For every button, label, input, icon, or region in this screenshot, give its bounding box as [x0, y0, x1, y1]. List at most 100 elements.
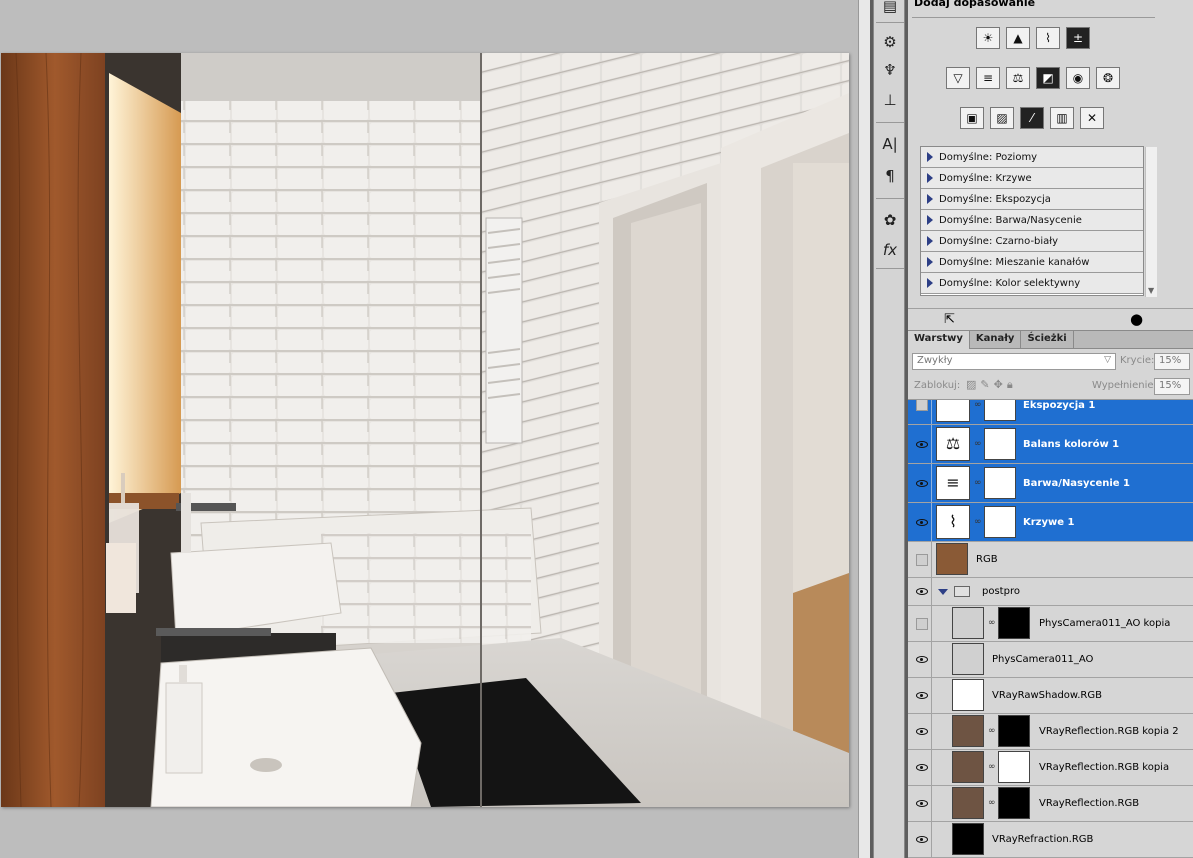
hidden-eye-icon[interactable] [915, 400, 928, 411]
expand-triangle-icon[interactable] [927, 152, 933, 162]
tab-layers[interactable]: Warstwy [908, 331, 970, 349]
exposure-icon[interactable]: ± [1066, 27, 1090, 49]
return-to-list-icon[interactable]: ⇱ [944, 312, 955, 327]
preset-item[interactable]: Domyślne: Krzywe [921, 168, 1143, 189]
clone-source-icon[interactable]: ♆ [877, 58, 903, 82]
color-balance-icon[interactable]: ⚖ [1006, 67, 1030, 89]
opacity-field[interactable]: 15% [1154, 353, 1190, 370]
expand-triangle-icon[interactable] [938, 589, 948, 595]
expand-triangle-icon[interactable] [927, 215, 933, 225]
hidden-eye-icon[interactable] [915, 553, 928, 566]
histogram-icon[interactable]: ▤ [877, 0, 903, 18]
layer-row[interactable]: ∞ VRayReflection.RGB kopia 2 [908, 714, 1193, 750]
lock-pixels-icon[interactable]: ✎ [980, 378, 989, 392]
character-icon[interactable]: A| [877, 132, 903, 156]
layer-mask-thumbnail[interactable] [984, 506, 1016, 538]
layer-row[interactable]: ∞ Ekspozycja 1 [908, 400, 1193, 425]
lock-transparency-icon[interactable]: ▨ [966, 378, 976, 392]
canvas-scrollbar[interactable] [858, 0, 870, 858]
eye-icon[interactable] [915, 656, 928, 663]
paragraph-icon[interactable]: ¶ [877, 164, 903, 188]
brightness-contrast-icon[interactable]: ☀ [976, 27, 1000, 49]
expand-triangle-icon[interactable] [927, 236, 933, 246]
lock-all-icon[interactable]: 🔒︎ [1007, 378, 1013, 392]
visibility-toggle[interactable] [912, 750, 932, 785]
invert-icon[interactable]: ▣ [960, 107, 984, 129]
preset-item[interactable]: Domyślne: Ekspozycja [921, 189, 1143, 210]
layer-row[interactable]: PhysCamera011_AO [908, 642, 1193, 678]
layer-mask-thumbnail[interactable] [984, 400, 1016, 421]
visibility-toggle[interactable] [912, 464, 932, 502]
preset-item[interactable]: Domyślne: Barwa/Nasycenie [921, 210, 1143, 231]
preset-item[interactable]: Domyślne: Czarno-biały [921, 231, 1143, 252]
layer-mask-thumbnail[interactable] [984, 467, 1016, 499]
eye-icon[interactable] [915, 836, 928, 843]
palette-icon[interactable]: ✿ [877, 208, 903, 232]
expand-triangle-icon[interactable] [927, 278, 933, 288]
eye-icon[interactable] [915, 518, 928, 526]
eye-icon[interactable] [915, 440, 928, 448]
clip-to-layer-icon[interactable]: ● [1130, 310, 1143, 328]
layer-row[interactable]: ≡ ∞ Barwa/Nasycenie 1 [908, 464, 1193, 503]
visibility-toggle[interactable] [912, 606, 932, 641]
eye-icon[interactable] [915, 728, 928, 735]
layer-mask-thumbnail[interactable] [998, 715, 1030, 747]
channel-mixer-icon[interactable]: ❂ [1096, 67, 1120, 89]
curves-icon[interactable]: ⌇ [1036, 27, 1060, 49]
visibility-toggle[interactable] [912, 578, 932, 605]
photo-filter-icon[interactable]: ◉ [1066, 67, 1090, 89]
layer-mask-thumbnail[interactable] [998, 751, 1030, 783]
visibility-toggle[interactable] [912, 400, 932, 424]
visibility-toggle[interactable] [912, 714, 932, 749]
expand-triangle-icon[interactable] [927, 194, 933, 204]
layer-mask-thumbnail[interactable] [998, 607, 1030, 639]
scroll-down-icon[interactable]: ▼ [1148, 286, 1154, 295]
fx-icon[interactable]: fx [877, 238, 903, 262]
layer-row[interactable]: ⚖ ∞ Balans kolorów 1 [908, 425, 1193, 464]
preset-item[interactable]: Domyślne: Mieszanie kanałów [921, 252, 1143, 273]
eye-icon[interactable] [915, 800, 928, 807]
visibility-toggle[interactable] [912, 786, 932, 821]
expand-triangle-icon[interactable] [927, 257, 933, 267]
visibility-toggle[interactable] [912, 542, 932, 577]
presets-scrollbar[interactable]: ▼ [1145, 147, 1157, 297]
bathroom-render-image[interactable] [1, 53, 849, 807]
threshold-icon[interactable]: ⁄ [1020, 107, 1044, 129]
levels-icon[interactable]: ▲ [1006, 27, 1030, 49]
expand-triangle-icon[interactable] [927, 173, 933, 183]
tab-channels[interactable]: Kanały [970, 331, 1022, 349]
visibility-toggle[interactable] [912, 822, 932, 857]
lock-position-icon[interactable]: ✥ [994, 378, 1003, 392]
layer-row[interactable]: VRayRefraction.RGB [908, 822, 1193, 858]
tab-paths[interactable]: Ścieżki [1021, 331, 1074, 349]
document-canvas-area[interactable] [0, 0, 858, 858]
selective-color-icon[interactable]: ✕ [1080, 107, 1104, 129]
layer-mask-thumbnail[interactable] [984, 428, 1016, 460]
visibility-toggle[interactable] [912, 642, 932, 677]
stamp-icon[interactable]: ⊥ [877, 88, 903, 112]
eye-icon[interactable] [915, 692, 928, 699]
visibility-toggle[interactable] [912, 425, 932, 463]
hidden-eye-icon[interactable] [915, 617, 928, 630]
black-white-icon[interactable]: ◩ [1036, 67, 1060, 89]
preset-item[interactable]: Domyślne: Poziomy [921, 147, 1143, 168]
fill-field[interactable]: 15% [1154, 378, 1190, 395]
layer-row[interactable]: ⌇ ∞ Krzywe 1 [908, 503, 1193, 542]
layer-row[interactable]: ∞ PhysCamera011_AO kopia [908, 606, 1193, 642]
eye-icon[interactable] [915, 479, 928, 487]
vibrance-icon[interactable]: ▽ [946, 67, 970, 89]
hue-saturation-icon[interactable]: ≡ [976, 67, 1000, 89]
visibility-toggle[interactable] [912, 503, 932, 541]
layer-row[interactable]: ∞ VRayReflection.RGB kopia [908, 750, 1193, 786]
layer-row[interactable]: VRayRawShadow.RGB [908, 678, 1193, 714]
eye-icon[interactable] [915, 588, 928, 595]
preset-item[interactable]: Domyślne: Kolor selektywny [921, 273, 1143, 294]
visibility-toggle[interactable] [912, 678, 932, 713]
gradient-map-icon[interactable]: ▥ [1050, 107, 1074, 129]
brush-presets-icon[interactable]: ⚙ [877, 30, 903, 54]
blend-mode-select[interactable]: Zwykły ▽ [912, 353, 1116, 370]
layer-mask-thumbnail[interactable] [998, 787, 1030, 819]
posterize-icon[interactable]: ▨ [990, 107, 1014, 129]
layer-row[interactable]: RGB [908, 542, 1193, 578]
eye-icon[interactable] [915, 764, 928, 771]
